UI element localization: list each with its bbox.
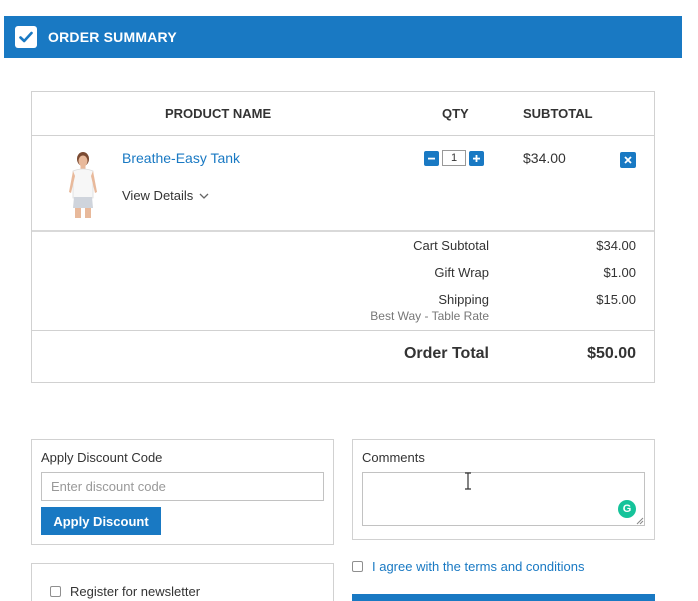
apply-discount-button[interactable]: Apply Discount: [41, 507, 161, 535]
place-order-button[interactable]: [352, 594, 655, 601]
terms-link[interactable]: I agree with the terms and conditions: [372, 559, 584, 574]
gift-wrap-value: $1.00: [603, 265, 636, 280]
product-image: [60, 150, 106, 220]
discount-title: Apply Discount Code: [41, 450, 163, 465]
discount-panel: Apply Discount Code Apply Discount: [31, 439, 334, 545]
item-divider: [32, 230, 654, 232]
order-summary-header: ORDER SUMMARY: [4, 16, 682, 58]
order-summary-title: ORDER SUMMARY: [48, 29, 177, 45]
resize-grip-icon[interactable]: [636, 517, 644, 525]
remove-item-button[interactable]: [620, 152, 636, 168]
totals-divider: [32, 330, 654, 331]
view-details-toggle[interactable]: View Details: [122, 188, 209, 203]
header-divider: [32, 135, 654, 136]
increase-qty-button[interactable]: [469, 150, 484, 166]
checkbox-checked-icon: [15, 26, 37, 48]
qty-input[interactable]: [442, 150, 466, 166]
view-details-label: View Details: [122, 188, 194, 203]
column-header-product: PRODUCT NAME: [165, 106, 272, 121]
decrease-qty-button[interactable]: [424, 150, 439, 166]
cart-subtotal-value: $34.00: [596, 238, 636, 253]
shipping-label: Shipping: [438, 292, 489, 307]
grammarly-icon[interactable]: G: [618, 500, 636, 518]
plus-icon: [473, 154, 480, 162]
comments-panel: Comments G: [352, 439, 655, 540]
column-header-qty: QTY: [442, 106, 469, 121]
order-total-value: $50.00: [587, 345, 636, 362]
comments-title: Comments: [362, 450, 425, 465]
terms-row: I agree with the terms and conditions: [352, 559, 584, 574]
newsletter-label: Register for newsletter: [70, 584, 201, 599]
order-total-label: Order Total: [403, 345, 489, 362]
newsletter-checkbox[interactable]: [50, 586, 61, 597]
minus-icon: [428, 157, 435, 159]
discount-code-input[interactable]: [41, 472, 324, 501]
order-summary-table: PRODUCT NAME QTY SUBTOTAL Breathe-Easy T…: [31, 91, 655, 383]
item-subtotal: $34.00: [523, 150, 566, 166]
column-header-subtotal: SUBTOTAL: [523, 106, 593, 121]
terms-checkbox[interactable]: [352, 561, 363, 572]
newsletter-row: Register for newsletter: [50, 584, 200, 599]
chevron-down-icon: [199, 188, 209, 203]
cart-subtotal-label: Cart Subtotal: [413, 238, 489, 253]
comments-textarea[interactable]: [362, 472, 645, 526]
newsletter-panel: Register for newsletter: [31, 563, 334, 601]
gift-wrap-label: Gift Wrap: [434, 265, 489, 280]
quantity-stepper: [424, 150, 484, 166]
close-icon: [624, 156, 632, 164]
shipping-method: Best Way - Table Rate: [370, 309, 489, 323]
product-name-link[interactable]: Breathe-Easy Tank: [122, 150, 240, 166]
text-cursor-icon: [465, 472, 471, 490]
shipping-value: $15.00: [596, 292, 636, 307]
